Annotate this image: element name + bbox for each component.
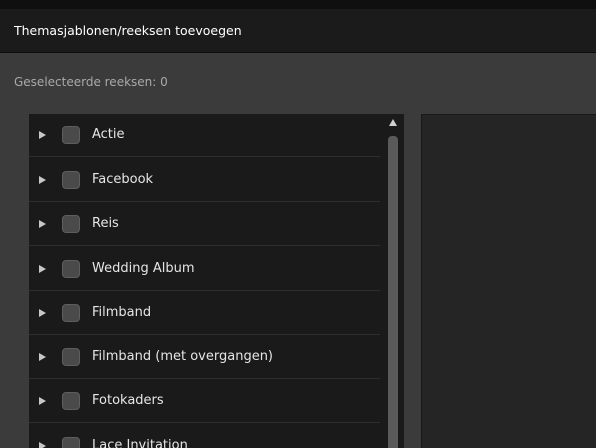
scrollbar-thumb[interactable] xyxy=(388,136,398,448)
series-checkbox[interactable] xyxy=(62,260,80,278)
expand-arrow-icon[interactable] xyxy=(39,220,46,228)
window-top-edge xyxy=(0,0,596,9)
list-item-label: Reis xyxy=(92,216,119,231)
expand-arrow-icon[interactable] xyxy=(39,353,46,361)
series-checkbox[interactable] xyxy=(62,437,80,448)
list-item-wedding-album[interactable]: Wedding Album xyxy=(29,248,380,291)
expand-arrow-icon[interactable] xyxy=(39,265,46,273)
series-checkbox[interactable] xyxy=(62,392,80,410)
list-item-facebook[interactable]: Facebook xyxy=(29,159,380,202)
expand-arrow-icon[interactable] xyxy=(39,131,46,139)
scroll-up-icon[interactable] xyxy=(389,119,397,126)
template-preview-panel xyxy=(421,114,596,448)
list-item-label: Filmband xyxy=(92,305,152,320)
series-checkbox[interactable] xyxy=(62,215,80,233)
list-item-label: Fotokaders xyxy=(92,393,164,408)
selection-summary-bar: Geselecteerde reeksen: 0 xyxy=(0,53,596,111)
expand-arrow-icon[interactable] xyxy=(39,442,46,448)
expand-arrow-icon[interactable] xyxy=(39,309,46,317)
selected-series-count: Geselecteerde reeksen: 0 xyxy=(14,75,168,89)
series-checkbox[interactable] xyxy=(62,304,80,322)
list-item-lace-invitation[interactable]: Lace Invitation xyxy=(29,425,380,448)
add-theme-templates-dialog: Themasjablonen/reeksen toevoegen Geselec… xyxy=(0,0,596,448)
list-item-reis[interactable]: Reis xyxy=(29,203,380,246)
list-item-label: Lace Invitation xyxy=(92,438,188,448)
list-item-label: Actie xyxy=(92,127,125,142)
series-checkbox[interactable] xyxy=(62,126,80,144)
list-item-filmband[interactable]: Filmband xyxy=(29,292,380,335)
expand-arrow-icon[interactable] xyxy=(39,176,46,184)
list-item-actie[interactable]: Actie xyxy=(29,114,380,157)
list-item-label: Facebook xyxy=(92,172,154,187)
dialog-title: Themasjablonen/reeksen toevoegen xyxy=(14,23,242,38)
series-list: Actie Facebook Reis Wedding Album Filmba… xyxy=(29,114,384,448)
list-item-fotokaders[interactable]: Fotokaders xyxy=(29,380,380,423)
list-item-label: Filmband (met overgangen) xyxy=(92,349,274,364)
list-item-label: Wedding Album xyxy=(92,261,195,276)
series-checkbox[interactable] xyxy=(62,348,80,366)
series-checkbox[interactable] xyxy=(62,171,80,189)
series-list-scrollbar[interactable] xyxy=(384,114,404,448)
dialog-title-bar[interactable]: Themasjablonen/reeksen toevoegen xyxy=(0,9,596,53)
expand-arrow-icon[interactable] xyxy=(39,397,46,405)
list-item-filmband-met-overgangen[interactable]: Filmband (met overgangen) xyxy=(29,336,380,379)
